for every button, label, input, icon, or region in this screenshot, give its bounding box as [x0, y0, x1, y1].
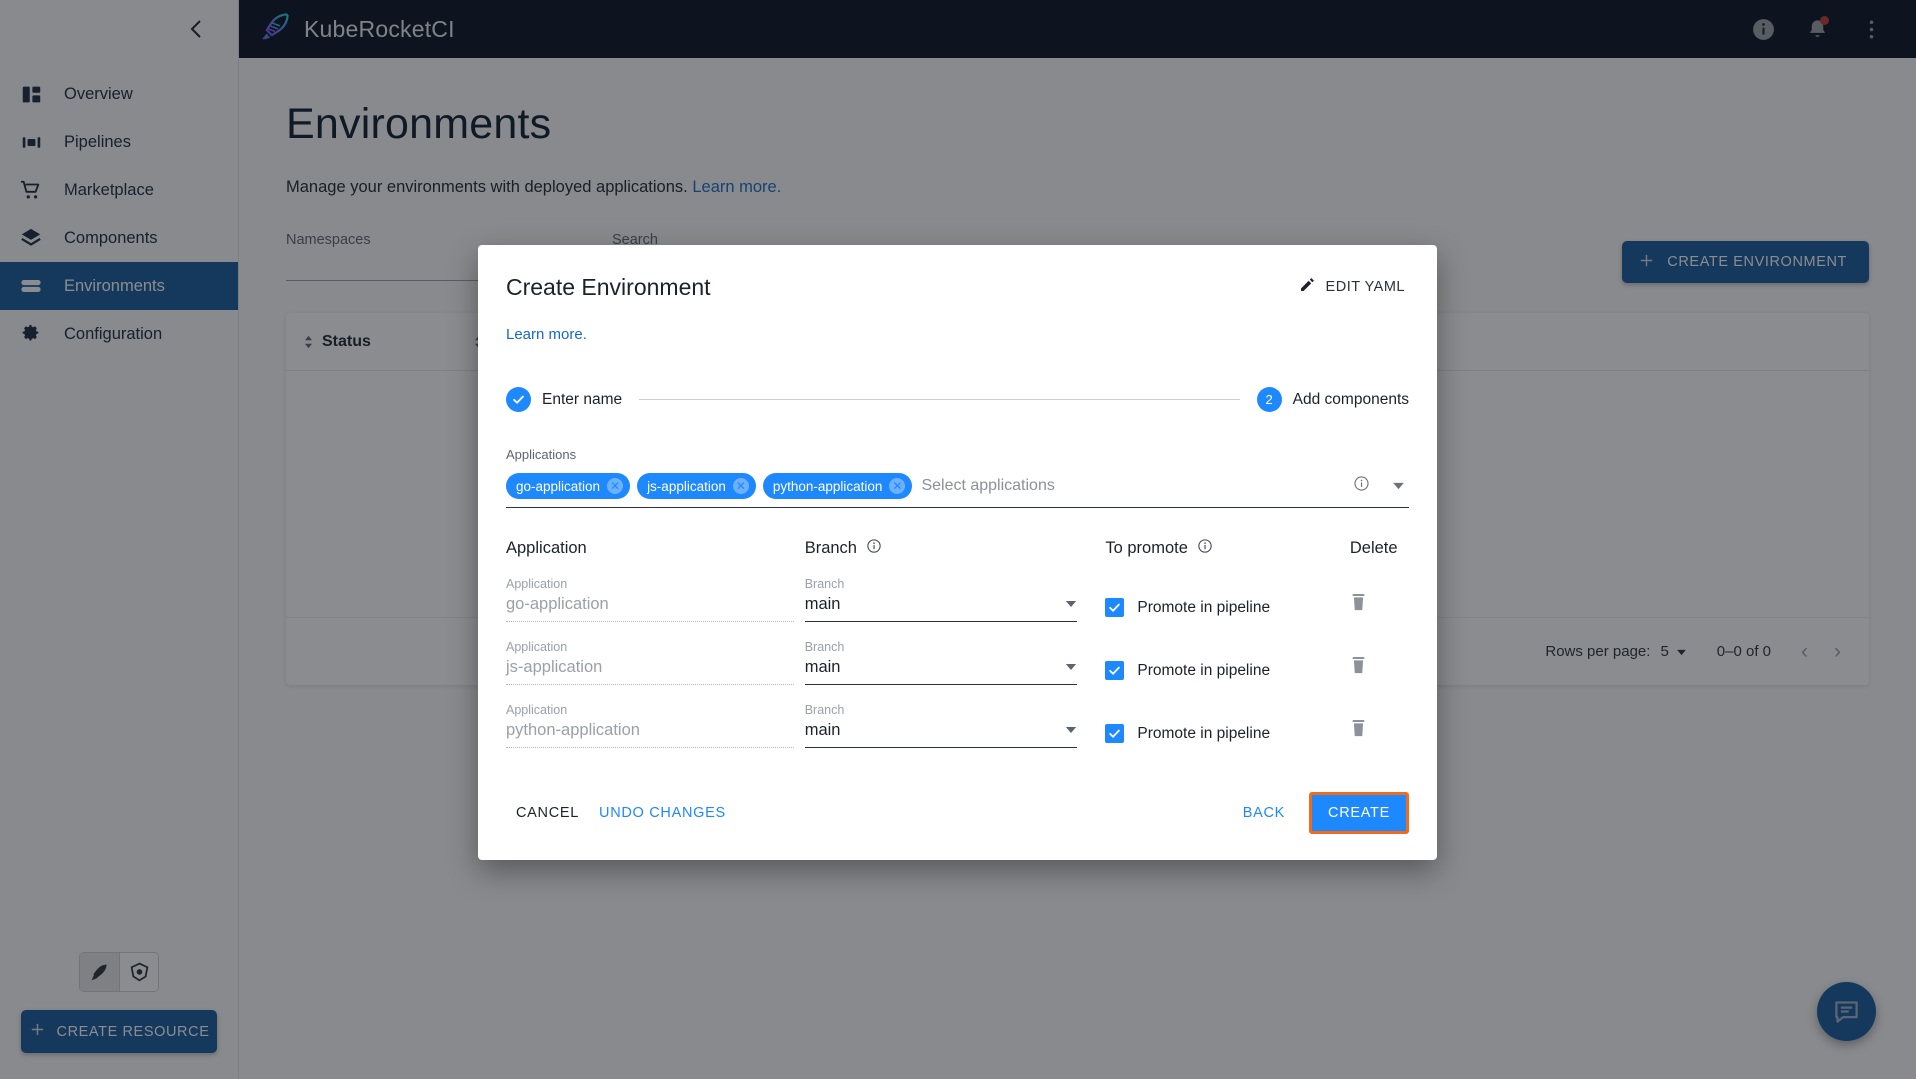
back-button[interactable]: BACK [1233, 796, 1295, 830]
promote-checkbox[interactable] [1105, 661, 1124, 680]
trash-icon [1350, 593, 1367, 612]
chip-label: python-application [773, 479, 883, 494]
promote-label: Promote in pipeline [1137, 725, 1270, 743]
step-marker-active: 2 [1257, 387, 1282, 412]
application-field-label: Application [506, 640, 805, 654]
header-to-promote-label: To promote [1105, 539, 1188, 558]
delete-row-button[interactable] [1350, 656, 1409, 685]
close-circle-icon[interactable]: ✕ [889, 478, 905, 494]
application-input: js-application [506, 658, 794, 685]
branch-field-label: Branch [805, 640, 1106, 654]
edit-yaml-label: EDIT YAML [1326, 279, 1405, 295]
applications-field-actions [1353, 475, 1409, 497]
cancel-button[interactable]: CANCEL [506, 796, 589, 830]
create-button[interactable]: CREATE [1312, 795, 1406, 831]
dialog-footer: CANCEL UNDO CHANGES BACK CREATE [506, 792, 1409, 860]
dialog-header: Create Environment EDIT YAML [506, 245, 1409, 303]
application-input: go-application [506, 595, 794, 622]
component-row: Application js-application Branch main P… [506, 640, 1409, 685]
branch-select[interactable]: main [805, 595, 1077, 622]
chip-label: js-application [647, 479, 726, 494]
components-table-header: Application Branch To promote Delete [506, 538, 1409, 559]
close-circle-icon[interactable]: ✕ [607, 478, 623, 494]
chevron-down-icon[interactable] [1392, 477, 1405, 495]
chevron-down-icon [1065, 599, 1077, 611]
application-field-label: Application [506, 703, 805, 717]
branch-select[interactable]: main [805, 658, 1077, 685]
dialog-learn-more-link[interactable]: Learn more. [506, 326, 587, 343]
branch-value: main [805, 721, 841, 740]
trash-icon [1350, 656, 1367, 675]
dialog-stepper: Enter name 2 Add components [506, 387, 1409, 412]
promote-cell: Promote in pipeline [1105, 724, 1349, 748]
branch-field-label: Branch [805, 703, 1106, 717]
applications-multiselect[interactable]: go-application ✕ js-application ✕ python… [506, 467, 1409, 508]
application-cell: Application go-application [506, 577, 805, 622]
header-to-promote: To promote [1105, 538, 1349, 559]
close-circle-icon[interactable]: ✕ [733, 478, 749, 494]
application-field-label: Application [506, 577, 805, 591]
create-environment-dialog: Create Environment EDIT YAML Learn more.… [478, 245, 1437, 860]
promote-checkbox[interactable] [1105, 598, 1124, 617]
branch-value: main [805, 658, 841, 677]
chevron-down-icon [1065, 725, 1077, 737]
component-row: Application python-application Branch ma… [506, 703, 1409, 748]
dialog-learn-more-row: Learn more. [506, 303, 1409, 343]
applications-field: Applications go-application ✕ js-applica… [506, 447, 1409, 508]
promote-label: Promote in pipeline [1137, 662, 1270, 680]
header-application: Application [506, 539, 805, 558]
trash-icon [1350, 719, 1367, 738]
chevron-down-icon [1065, 662, 1077, 674]
component-row: Application go-application Branch main P… [506, 577, 1409, 622]
application-chip[interactable]: python-application ✕ [763, 473, 913, 499]
dialog-title: Create Environment [506, 274, 711, 301]
undo-changes-button[interactable]: UNDO CHANGES [589, 796, 736, 830]
application-cell: Application python-application [506, 703, 805, 748]
branch-cell: Branch main [805, 640, 1106, 685]
branch-cell: Branch main [805, 577, 1106, 622]
branch-select[interactable]: main [805, 721, 1077, 748]
create-button-highlight: CREATE [1309, 792, 1409, 834]
info-outline-icon[interactable] [1353, 475, 1370, 497]
applications-label: Applications [506, 447, 1409, 462]
application-input: python-application [506, 721, 794, 748]
promote-cell: Promote in pipeline [1105, 598, 1349, 622]
edit-yaml-button[interactable]: EDIT YAML [1295, 271, 1409, 303]
stepper-step-label: Add components [1293, 391, 1409, 409]
promote-label: Promote in pipeline [1137, 599, 1270, 617]
application-chip[interactable]: go-application ✕ [506, 473, 630, 499]
delete-row-button[interactable] [1350, 719, 1409, 748]
header-branch-label: Branch [805, 539, 857, 558]
header-delete: Delete [1350, 539, 1409, 558]
stepper-step-enter-name[interactable]: Enter name [506, 387, 622, 412]
header-branch: Branch [805, 538, 1106, 559]
application-chip[interactable]: js-application ✕ [637, 473, 756, 499]
stepper-connector [639, 399, 1240, 400]
branch-field-label: Branch [805, 577, 1106, 591]
chip-label: go-application [516, 479, 600, 494]
delete-row-button[interactable] [1350, 593, 1409, 622]
promote-cell: Promote in pipeline [1105, 661, 1349, 685]
stepper-step-label: Enter name [542, 391, 622, 409]
applications-input-placeholder[interactable]: Select applications [919, 477, 1346, 495]
step-marker-completed [506, 387, 531, 412]
info-outline-icon[interactable] [1197, 538, 1213, 559]
branch-value: main [805, 595, 841, 614]
app-root: Overview Pipelines Marketplace [0, 0, 1916, 1079]
pencil-icon [1299, 277, 1315, 297]
promote-checkbox[interactable] [1105, 724, 1124, 743]
info-outline-icon[interactable] [866, 538, 882, 559]
stepper-step-add-components[interactable]: 2 Add components [1257, 387, 1409, 412]
branch-cell: Branch main [805, 703, 1106, 748]
application-cell: Application js-application [506, 640, 805, 685]
